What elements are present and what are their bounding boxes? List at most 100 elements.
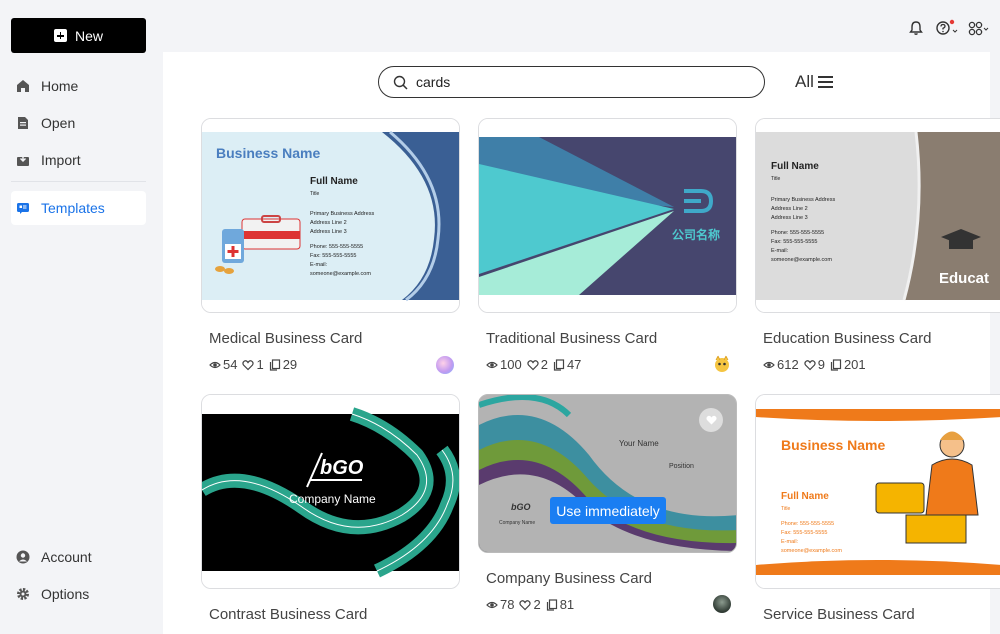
card-title-text: Title [310,191,320,197]
sidebar-item-label: Templates [41,200,105,216]
top-bar [163,0,1000,52]
card-contact-lines: Primary Business Address Address Line 2 … [310,210,374,279]
file-icon [18,117,28,129]
copies-stat: 81 [546,597,574,612]
bell-icon[interactable] [907,19,925,37]
template-title[interactable]: Medical Business Card [209,330,362,347]
likes-stat: 1 [242,357,264,372]
template-card-traditional[interactable]: 公司名称 [478,118,737,313]
template-thumbnail: Full Name Title Primary Business Address… [756,119,1000,312]
card-your-name: Your Name [619,439,659,448]
card-full-name: Full Name [771,161,819,172]
card-line: E-mail: [771,248,789,255]
use-immediately-button[interactable]: Use immediately [550,497,666,524]
card-position: Position [669,463,694,470]
card-contact-lines: Primary Business Address Address Line 2 … [771,196,835,265]
new-button[interactable]: New [11,18,146,53]
card-line: Address Line 2 [771,206,808,213]
card-full-name: Full Name [781,491,829,502]
template-card-education[interactable]: Full Name Title Primary Business Address… [755,118,1000,313]
template-title[interactable]: Education Business Card [763,330,931,347]
card-line: Address Line 2 [310,220,347,227]
search-input[interactable] [416,74,736,90]
gear-icon [17,588,29,600]
card-line: Fax: 555-555-5555 [771,238,818,245]
copies-count: 47 [566,357,582,372]
likes-count: 1 [256,357,264,372]
heart-icon [527,359,539,370]
template-card-contrast[interactable]: bGO Company Name [201,394,460,589]
heart-icon [242,359,255,370]
card-business-name: Business Name [216,145,321,161]
sidebar-item-label: Home [41,78,79,94]
copies-stat: 29 [269,357,297,372]
likes-count: 2 [533,597,541,612]
heart-icon [519,599,532,610]
author-avatar[interactable] [713,355,731,373]
author-avatar[interactable] [436,356,454,374]
sidebar-item-open[interactable]: Open [11,106,146,140]
eye-icon [763,361,775,368]
likes-stat: 2 [527,357,548,372]
template-title[interactable]: Traditional Business Card [486,330,657,347]
eye-icon [486,601,498,608]
likes-count: 9 [817,357,825,372]
template-thumbnail: Business Name Full Name Title Phone: 555… [756,395,1000,588]
help-icon[interactable] [934,19,958,37]
copies-count: 201 [843,357,866,372]
sidebar-item-templates[interactable]: Templates [11,191,146,225]
eye-icon [209,361,221,368]
template-stats: 100 2 47 [486,357,581,372]
card-line: Phone: 555-555-5555 [310,243,364,250]
copy-icon [546,598,557,611]
card-title-text: Title [771,176,781,182]
company-card-artwork [479,395,736,552]
card-title-text: Title [781,506,791,512]
apps-icon[interactable] [967,19,991,37]
template-thumbnail: bGO Company Name [202,395,459,588]
sidebar-item-options[interactable]: Options [11,577,146,611]
sidebar-item-home[interactable]: Home [11,69,146,103]
template-card-medical[interactable]: Business Name Full Name Title Primary Bu… [201,118,460,313]
template-title[interactable]: Company Business Card [486,570,652,587]
card-full-name: Full Name [310,176,358,187]
menu-icon [817,76,833,88]
card-line: Phone: 555-555-5555 [781,521,835,527]
likes-count: 2 [540,357,548,372]
sidebar-item-import[interactable]: Import [11,143,146,177]
template-title[interactable]: Contrast Business Card [209,606,367,623]
sidebar-divider [11,181,146,182]
card-line: Address Line 3 [310,229,347,236]
search-bar[interactable] [378,66,765,98]
template-stats: 54 1 29 [209,357,297,372]
views-stat: 612 [763,357,799,372]
card-line: E-mail: [781,539,799,545]
copies-stat: 201 [830,357,866,372]
card-company-name: Company Name [289,492,376,506]
author-avatar[interactable] [713,595,731,613]
views-stat: 78 [486,597,514,612]
card-company-name: Company Name [499,520,536,526]
card-line: someone@example.com [771,257,832,264]
card-line: someone@example.com [781,548,842,554]
copies-stat: 47 [553,357,581,372]
template-title[interactable]: Service Business Card [763,606,915,623]
user-icon [16,550,30,564]
sidebar-item-account[interactable]: Account [11,540,146,574]
favorite-button[interactable] [699,408,723,432]
card-contact-lines: Phone: 555-555-5555 Fax: 555-555-5555 E-… [781,520,842,556]
template-thumbnail: Business Name Full Name Title Primary Bu… [202,119,459,312]
likes-stat: 9 [804,357,825,372]
sidebar-item-label: Open [41,115,76,131]
sidebar-item-label: Account [41,549,92,565]
sidebar-item-label: Options [41,586,90,602]
filter-all-button[interactable]: All [795,72,833,92]
import-icon [17,154,29,166]
sidebar-item-label: Import [41,152,81,168]
template-card-service[interactable]: Business Name Full Name Title Phone: 555… [755,394,1000,589]
views-stat: 54 [209,357,237,372]
views-count: 78 [500,597,515,612]
template-thumbnail: Your Name Position bGO Company Name [479,395,736,552]
search-icon [393,75,408,90]
card-logo-text: bGO [320,457,364,479]
